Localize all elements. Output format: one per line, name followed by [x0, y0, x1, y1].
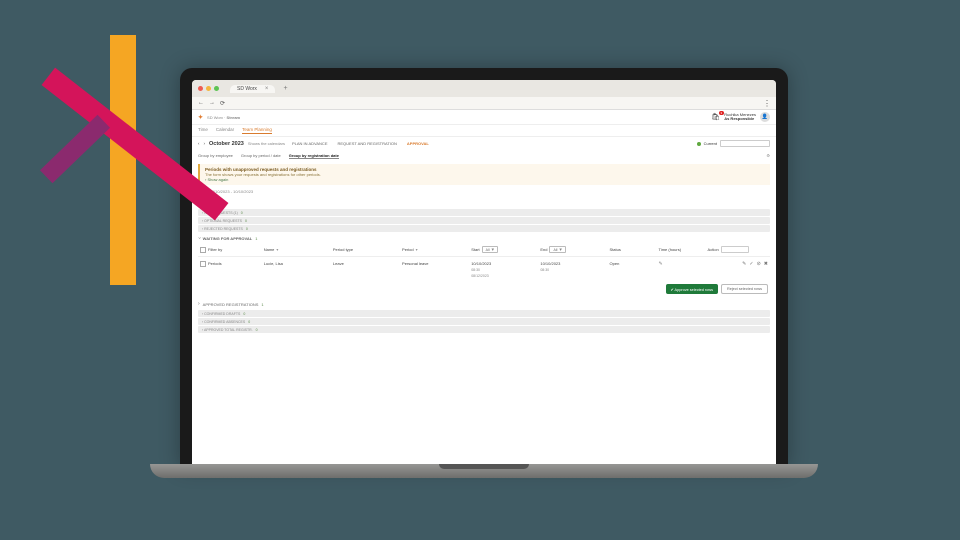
slab-confirmed-drafts[interactable]: › CONFIRMED DRAFTS0 — [198, 310, 770, 317]
grouping-tabs: Group by employee Group by period / date… — [192, 150, 776, 162]
edit-icon[interactable]: ✎ — [742, 261, 746, 267]
forward-icon[interactable]: → — [209, 100, 215, 106]
pencil-icon[interactable]: ✎ — [659, 261, 663, 267]
tab-calendar[interactable]: Calendar — [216, 127, 234, 134]
tab-time[interactable]: Time — [198, 127, 208, 134]
chevron-right-icon: › — [198, 301, 200, 307]
section-future: › FUTURE › NEW REQUESTS (1)0 › OPTIONAL … — [198, 198, 770, 334]
tab-title: SD Worx — [237, 86, 257, 92]
reload-icon[interactable]: ⟳ — [220, 100, 225, 107]
app-root: ✦ SD Worx · Stream 🛍3 Ruchika Menezes As… — [192, 110, 776, 468]
approval-table-header: Filter by Name▾ Period type Period▾ Star… — [198, 243, 770, 256]
avatar[interactable]: 👤 — [760, 112, 770, 122]
new-tab-button[interactable]: + — [283, 85, 287, 92]
back-icon[interactable]: ← — [198, 100, 204, 106]
user-info: Ruchika Menezes As Responsible — [724, 113, 756, 122]
end-filter[interactable]: All▾ — [549, 246, 565, 253]
subtab-plan[interactable]: PLAN IN ADVANCE — [289, 141, 331, 146]
period-selector: ‹ › October 2023 Shows the calendars PLA… — [192, 137, 776, 150]
approve-icon[interactable]: ✓ — [749, 261, 753, 267]
slab-approved-total[interactable]: › APPROVED TOTAL REGISTR.0 — [198, 326, 770, 333]
chevron-down-icon: › — [196, 203, 202, 205]
notice-link[interactable]: › Show again — [205, 177, 228, 182]
chevron-down-icon: › — [196, 238, 202, 240]
section-future-header[interactable]: › FUTURE — [198, 198, 770, 208]
slab-new-requests[interactable]: › NEW REQUESTS (1)0 — [198, 209, 770, 216]
next-period-icon[interactable]: › — [204, 141, 206, 146]
app-header: ✦ SD Worx · Stream 🛍3 Ruchika Menezes As… — [192, 110, 776, 125]
browser-menu-icon[interactable]: ⋮ — [763, 99, 770, 108]
group-by-employee[interactable]: Group by employee — [198, 153, 233, 159]
breadcrumb[interactable]: SD Worx · Stream — [207, 115, 240, 120]
window-min-dot[interactable] — [206, 86, 211, 91]
window-close-dot[interactable] — [198, 86, 203, 91]
tab-close-icon[interactable]: × — [265, 86, 269, 92]
subtab-approval[interactable]: APPROVAL — [404, 141, 432, 146]
status-dot-icon — [697, 142, 701, 146]
prev-period-icon[interactable]: ‹ — [198, 141, 200, 146]
action-filter[interactable] — [721, 246, 749, 253]
gear-icon[interactable]: ⚙ — [766, 153, 770, 159]
group-by-registration[interactable]: Group by registration date — [289, 153, 339, 159]
laptop-frame: SD Worx × + ← → ⟳ ⋮ ✦ SD Worx · Stream 🛍… — [180, 68, 788, 468]
start-filter[interactable]: All▾ — [482, 246, 498, 253]
table-row: Periods Lucie, Lisa Leave Personal leave… — [198, 256, 770, 282]
status-select — [720, 140, 770, 147]
cart-badge: 3 — [719, 111, 725, 115]
reject-icon[interactable]: ⊘ — [757, 261, 761, 267]
cell-name[interactable]: Lucie, Lisa — [264, 261, 283, 266]
window-max-dot[interactable] — [214, 86, 219, 91]
cell-start: 10/10/2023 — [471, 261, 491, 266]
cell-filter: Periods — [208, 261, 222, 266]
approve-selected-button[interactable]: ✔ Approve selected rows — [666, 284, 718, 294]
notice-banner: Periods with unapproved requests and reg… — [198, 164, 770, 185]
browser-toolbar: ← → ⟳ ⋮ — [192, 97, 776, 110]
screen: SD Worx × + ← → ⟳ ⋮ ✦ SD Worx · Stream 🛍… — [192, 80, 776, 468]
period-info: Shows the calendars — [248, 141, 285, 146]
section-approved-header[interactable]: › APPROVED REGISTRATIONS 1 — [198, 299, 770, 309]
tab-team-planning[interactable]: Team Planning — [242, 127, 272, 134]
browser-tabstrip: SD Worx × + — [192, 80, 776, 97]
status-filter[interactable]: Current — [697, 140, 770, 147]
subtab-request[interactable]: REQUEST AND REGISTRATION — [335, 141, 400, 146]
bulk-actions: ✔ Approve selected rows Reject selected … — [198, 282, 770, 299]
reject-selected-button[interactable]: Reject selected rows — [721, 284, 768, 294]
period-title: October 2023 — [209, 141, 244, 147]
slab-optional-requests[interactable]: › OPTIONAL REQUESTS0 — [198, 217, 770, 224]
laptop-base — [150, 464, 818, 478]
cell-start-date2: 08/12/2023 — [471, 274, 489, 278]
cell-end: 10/10/2023 — [540, 261, 560, 266]
cart-icon[interactable]: 🛍3 — [711, 113, 720, 121]
date-range-label: Period: 2/10/2023 - 10/10/2023 — [192, 187, 776, 196]
cell-period: Personal leave — [402, 261, 428, 266]
select-all-checkbox[interactable] — [200, 247, 206, 253]
sort-icon: ▾ — [416, 247, 418, 252]
slab-rejected-requests[interactable]: › REJECTED REQUESTS0 — [198, 225, 770, 232]
user-role: As Responsible — [724, 116, 754, 121]
row-checkbox[interactable] — [200, 261, 206, 267]
browser-tab[interactable]: SD Worx × — [230, 85, 275, 93]
slab-confirmed-absences[interactable]: › CONFIRMED ABSENCES0 — [198, 318, 770, 325]
main-tabs: Time Calendar Team Planning — [192, 125, 776, 137]
cell-end-sub: 08:30 — [540, 268, 549, 272]
group-by-period[interactable]: Group by period / date — [241, 153, 281, 159]
brand-icon: ✦ — [198, 114, 203, 121]
section-waiting-header[interactable]: › WAITING FOR APPROVAL 1 — [198, 233, 770, 243]
cell-start-sub: 08:30 — [471, 268, 480, 272]
cell-type: Leave — [333, 261, 344, 266]
cell-status: Open — [610, 261, 620, 266]
delete-icon[interactable]: ✖ — [764, 261, 768, 267]
sort-icon: ▾ — [276, 247, 278, 252]
